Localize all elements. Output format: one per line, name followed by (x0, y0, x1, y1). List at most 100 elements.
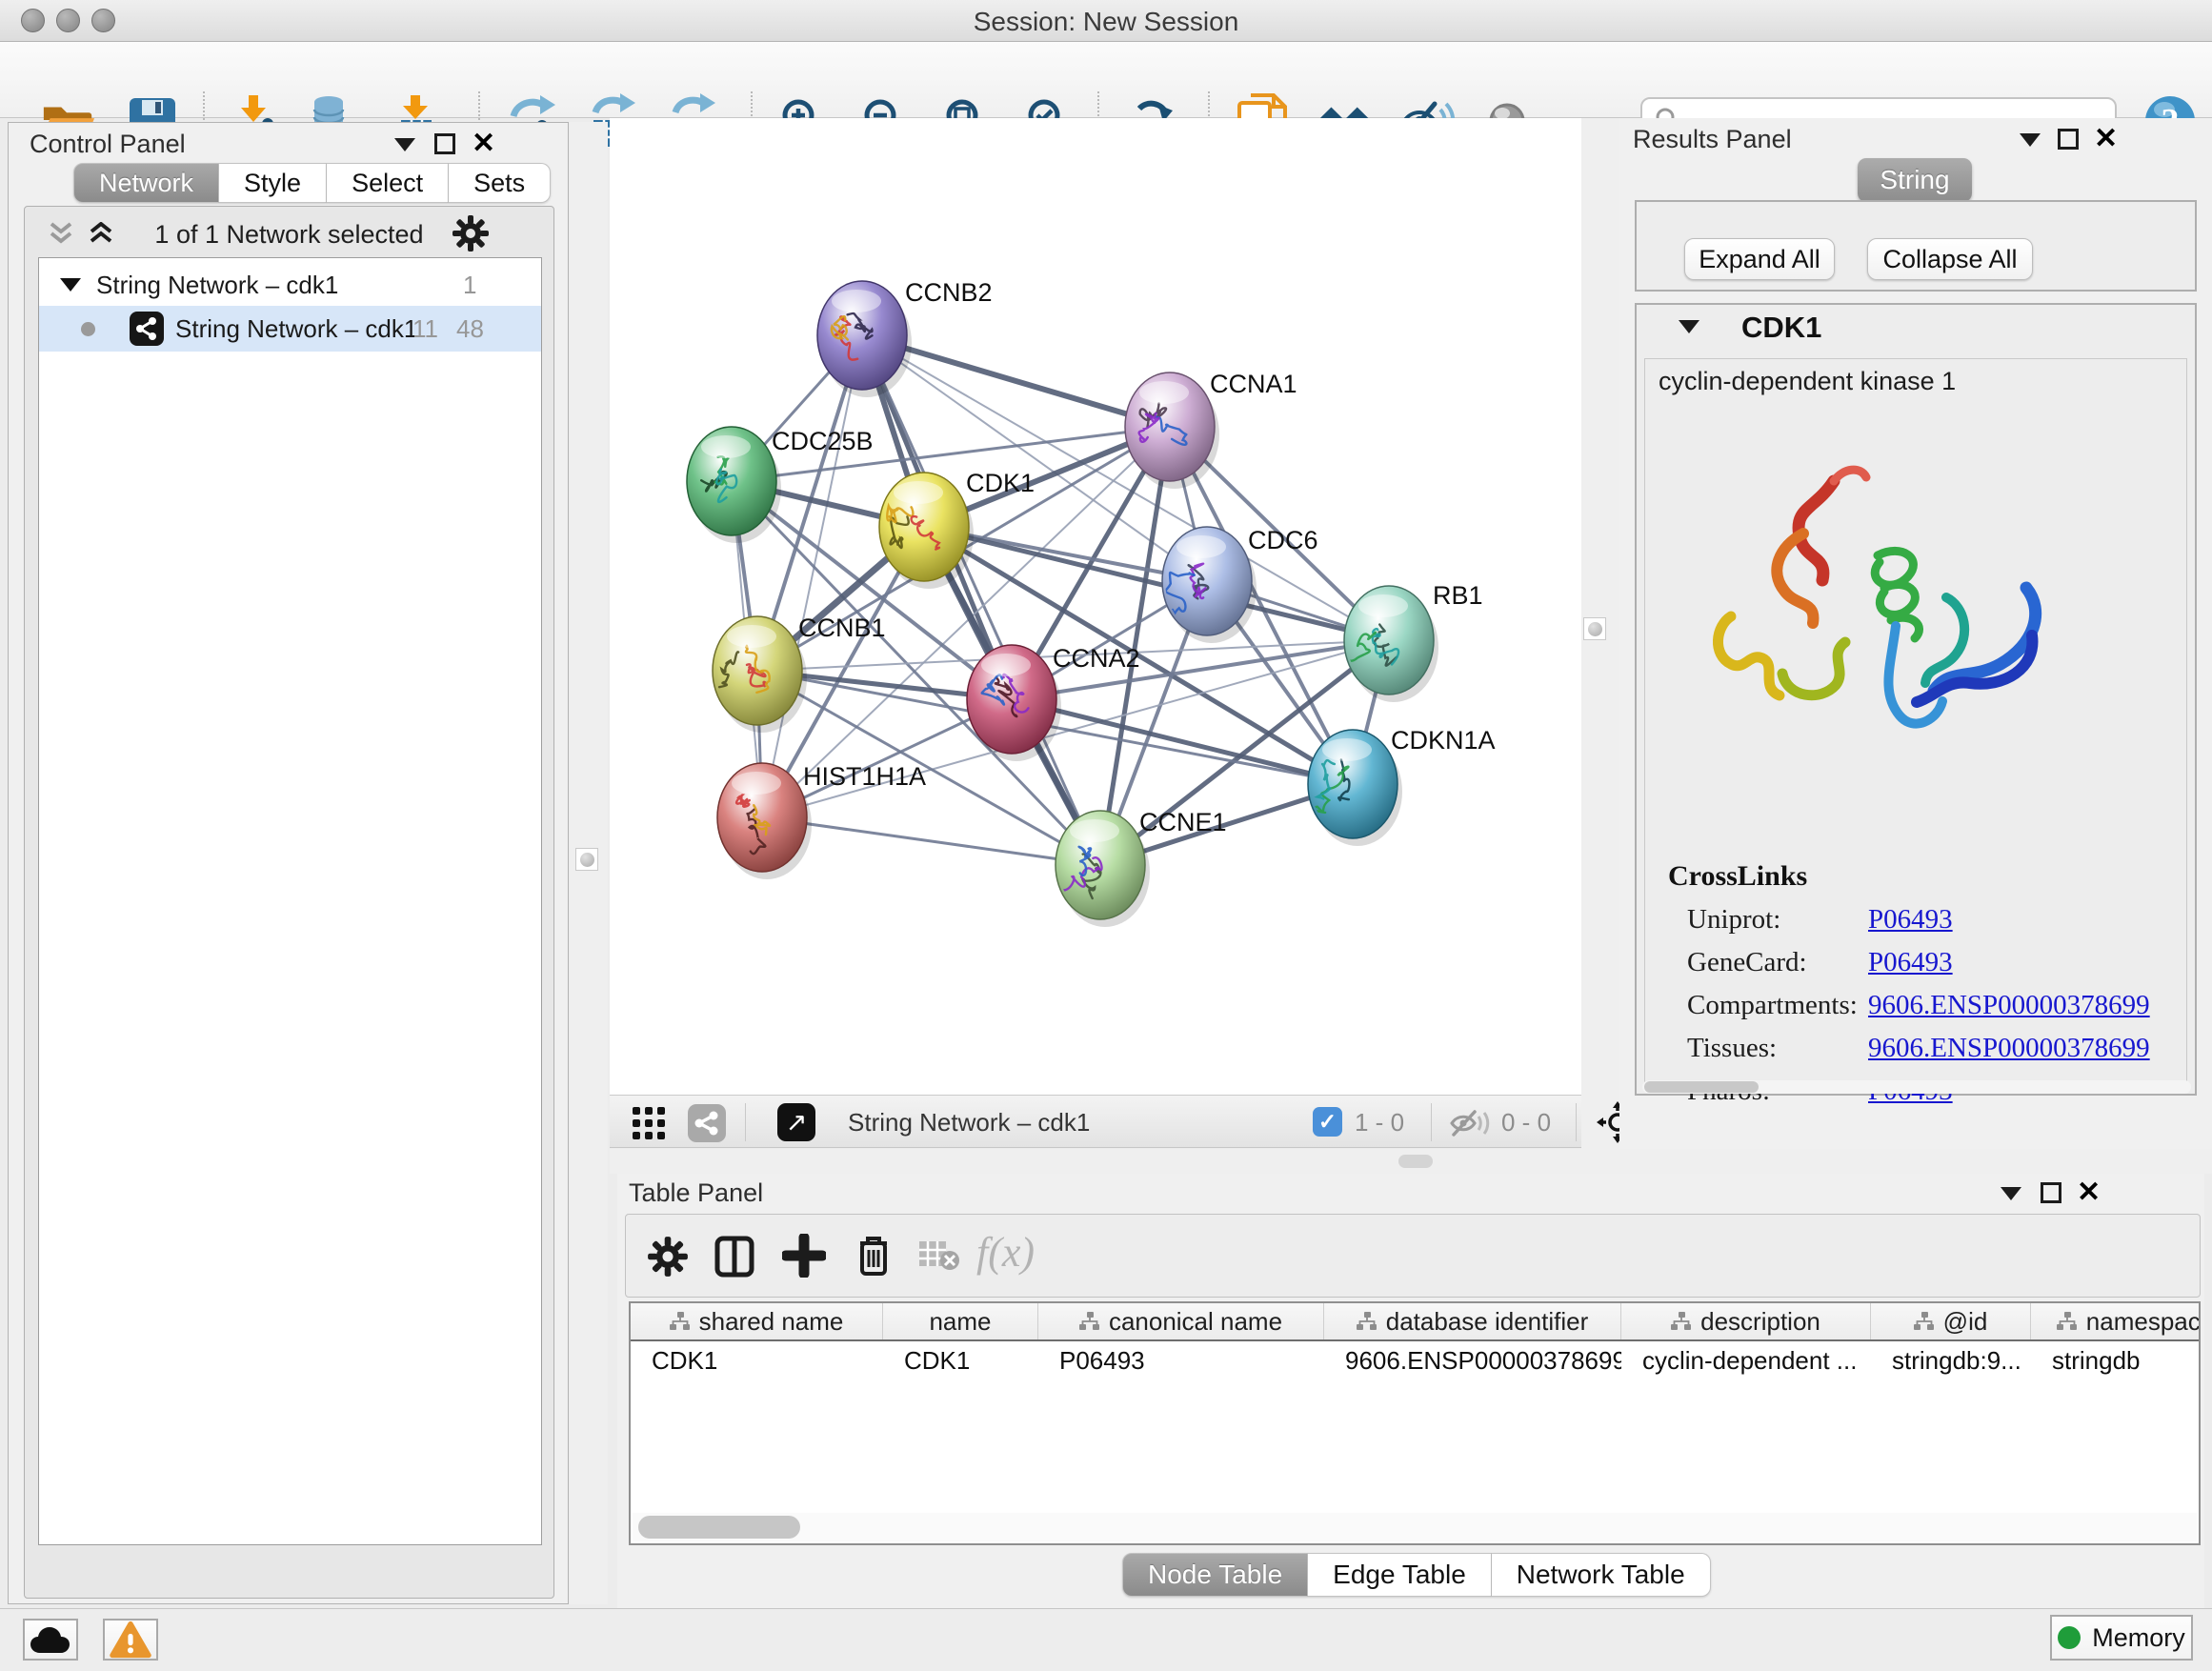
network-node-CCNB1[interactable]: CCNB1 (713, 614, 886, 733)
column-header-shared-name[interactable]: shared name (631, 1303, 883, 1339)
status-bar: Memory (0, 1608, 2212, 1671)
network-node-CCNA1[interactable]: CCNA1 (1125, 370, 1297, 489)
crosslink-link[interactable]: P06493 (1868, 947, 1953, 978)
panel-menu-icon[interactable] (394, 138, 415, 156)
tab-network[interactable]: Network (73, 163, 219, 203)
network-row-selected[interactable]: String Network – cdk1 11 48 (39, 306, 541, 352)
column-header-namespace[interactable]: namespace (2031, 1303, 2201, 1339)
tab-node-table[interactable]: Node Table (1122, 1553, 1308, 1597)
network-collection-row[interactable]: String Network – cdk1 1 (39, 264, 541, 306)
network-collection-label: String Network – cdk1 (96, 271, 338, 300)
node-label: CCNA1 (1210, 370, 1297, 398)
warnings-button[interactable] (103, 1619, 158, 1661)
node-label: HIST1H1A (803, 762, 926, 791)
memory-status-green-icon (2058, 1626, 2081, 1649)
tab-select[interactable]: Select (327, 163, 449, 203)
network-node-HIST1H1A[interactable]: HIST1H1A (717, 762, 926, 879)
table-menu-icon[interactable] (2001, 1187, 2021, 1205)
selected-node-edge-counts: 1 - 0 (1355, 1108, 1404, 1137)
horizontal-splitter-handle[interactable] (1398, 1155, 1433, 1168)
table-cell: P06493 (1038, 1341, 1324, 1379)
delete-column-trash-icon[interactable] (853, 1232, 895, 1282)
hidden-eye-slash-icon (1448, 1109, 1490, 1137)
right-splitter-knob[interactable] (1583, 617, 1606, 640)
table-hscrollbar[interactable] (633, 1513, 2197, 1541)
node-label: CDC6 (1248, 526, 1318, 554)
control-panel: Control Panel ✕ NetworkStyleSelectSets 1… (8, 122, 569, 1604)
tab-string[interactable]: String (1858, 158, 1972, 202)
collapse-all-button[interactable]: Collapse All (1867, 238, 2033, 280)
network-node-CCNB2[interactable]: CCNB2 (817, 278, 993, 397)
crosslink-label: Uniprot: (1668, 904, 1868, 936)
network-options-gear-icon[interactable] (452, 214, 490, 257)
crosslink-row: Uniprot:P06493 (1668, 898, 2173, 941)
function-builder-icon-disabled: f(x) (976, 1228, 1035, 1277)
gene-name: CDK1 (1741, 311, 1821, 345)
window-title: Session: New Session (0, 7, 2212, 37)
tab-edge-table[interactable]: Edge Table (1308, 1553, 1492, 1597)
gene-collapse-icon[interactable] (1679, 320, 1699, 338)
node-label: RB1 (1433, 581, 1483, 610)
expand-all-button[interactable]: Expand All (1684, 238, 1835, 280)
network-node-CDC6[interactable]: CDC6 (1162, 526, 1318, 643)
current-network-name: String Network – cdk1 (848, 1108, 1090, 1137)
column-header-name[interactable]: name (883, 1303, 1038, 1339)
selected-indicator-checkbox[interactable]: ✓ (1313, 1107, 1342, 1137)
cloud-icon (29, 1623, 72, 1656)
network-node-CCNE1[interactable]: CCNE1 (1056, 808, 1227, 927)
network-node-CDKN1A[interactable]: CDKN1A (1308, 726, 1496, 846)
network-node-CCNA2[interactable]: CCNA2 (967, 644, 1140, 761)
panel-close-icon[interactable]: ✕ (472, 127, 495, 160)
tab-network-table[interactable]: Network Table (1492, 1553, 1711, 1597)
column-header-canonical-name[interactable]: canonical name (1038, 1303, 1324, 1339)
table-cell: stringdb:9... (1871, 1341, 2031, 1379)
node-label: CCNA2 (1053, 644, 1140, 673)
node-label: CCNB1 (798, 614, 886, 642)
open-in-browser-icon[interactable]: ↗ (777, 1103, 815, 1141)
network-row-label: String Network – cdk1 (175, 314, 417, 344)
column-header-@id[interactable]: @id (1871, 1303, 2031, 1339)
crosslink-link[interactable]: P06493 (1868, 904, 1953, 936)
table-panel-title: Table Panel (629, 1178, 763, 1208)
results-close-icon[interactable]: ✕ (2094, 122, 2118, 155)
table-close-icon[interactable]: ✕ (2077, 1176, 2101, 1209)
table-cell: 9606.ENSP00000378699 (1324, 1341, 1621, 1379)
memory-button[interactable]: Memory (2050, 1615, 2193, 1661)
table-tabs: Node TableEdge TableNetwork Table (1122, 1553, 1711, 1597)
crosslink-link[interactable]: 9606.ENSP00000378699 (1868, 990, 2150, 1021)
node-label: CCNB2 (905, 278, 993, 307)
gene-description: cyclin-dependent kinase 1 (1659, 367, 1956, 396)
results-panel-title: Results Panel (1633, 125, 1792, 154)
network-node-RB1[interactable]: RB1 (1344, 581, 1483, 702)
results-float-icon[interactable] (2058, 129, 2079, 154)
table-settings-gear-icon[interactable] (647, 1236, 689, 1282)
network-selector-box: 1 of 1 Network selected String Network –… (24, 206, 554, 1599)
table-float-icon[interactable] (2041, 1182, 2061, 1208)
main-toolbar: ? (0, 42, 2212, 118)
show-column-icon[interactable] (714, 1236, 755, 1282)
results-menu-icon[interactable] (2020, 133, 2041, 151)
table-row[interactable]: CDK1CDK1P064939606.ENSP00000378699cyclin… (631, 1341, 2199, 1379)
tab-style[interactable]: Style (219, 163, 327, 203)
network-node-CDC25B[interactable]: CDC25B (687, 427, 874, 543)
birds-eye-grid-icon[interactable] (633, 1107, 665, 1139)
results-hscrollbar[interactable] (1642, 1080, 2191, 1094)
network-list: String Network – cdk1 1 String Network –… (38, 257, 542, 1545)
left-splitter-knob[interactable] (575, 848, 598, 871)
cloud-status-button[interactable] (23, 1619, 78, 1661)
column-header-database-identifier[interactable]: database identifier (1324, 1303, 1621, 1339)
string-view-icon[interactable] (688, 1104, 726, 1142)
crosslink-label: GeneCard: (1668, 947, 1868, 978)
network-edge-HIST1H1A-CCNE1[interactable] (762, 817, 1100, 865)
network-edge-CCNB2-HIST1H1A[interactable] (762, 335, 862, 817)
network-edge-CDK1-RB1[interactable] (924, 527, 1389, 640)
network-node-count: 11 (412, 314, 438, 344)
create-column-plus-icon[interactable] (782, 1234, 826, 1282)
panel-float-icon[interactable] (434, 133, 455, 159)
table-header-row: shared namenamecanonical namedatabase id… (631, 1303, 2199, 1341)
tab-sets[interactable]: Sets (449, 163, 551, 203)
crosslink-link[interactable]: 9606.ENSP00000378699 (1868, 1033, 2150, 1064)
network-canvas[interactable]: CCNB2 CCNA1 CDC25BCDK1 CDC6 RB1 CCNB1 CCNA2 CDK… (610, 118, 1581, 1095)
network-node-CDK1[interactable]: CDK1 (879, 469, 1035, 589)
column-header-description[interactable]: description (1621, 1303, 1871, 1339)
